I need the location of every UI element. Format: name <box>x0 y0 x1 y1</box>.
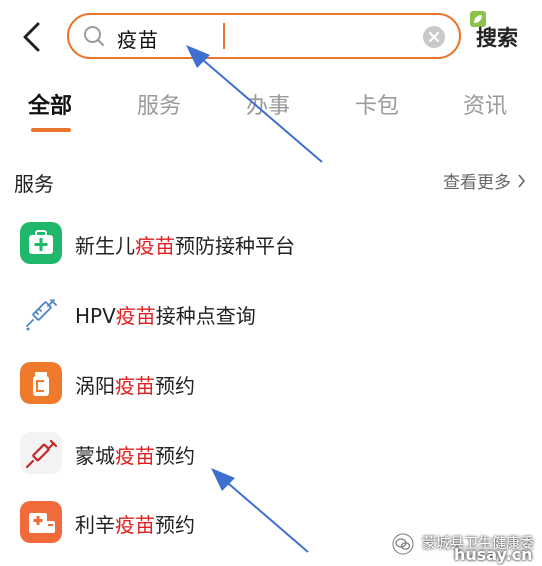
search-icon <box>84 26 104 46</box>
view-more-label: 查看更多 <box>443 173 511 193</box>
tab-services[interactable]: 服务 <box>137 88 181 120</box>
services-section-header: 服务 查看更多 <box>0 158 542 198</box>
result-label: 新生儿疫苗预防接种平台 <box>75 234 295 258</box>
search-query-text: 疫苗 <box>117 28 159 52</box>
result-item[interactable]: 新生儿疫苗预防接种平台 <box>0 213 542 273</box>
section-title: 服务 <box>14 172 54 196</box>
vaccine-vial-icon <box>20 362 62 404</box>
tab-news[interactable]: 资讯 <box>463 88 507 120</box>
active-tab-indicator <box>31 128 71 132</box>
result-item[interactable]: 蒙城疫苗预约 <box>0 423 542 483</box>
tab-cards[interactable]: 卡包 <box>355 88 399 120</box>
result-label: 利辛疫苗预约 <box>75 513 195 537</box>
result-label: HPV疫苗接种点查询 <box>75 304 256 328</box>
watermark: 蒙城县卫生健康委 husay.cn <box>392 525 542 565</box>
medical-kit-icon <box>20 222 62 264</box>
result-item[interactable]: 涡阳疫苗预约 <box>0 353 542 413</box>
filter-tabs: 全部 服务 办事 卡包 资讯 <box>0 78 542 138</box>
syringe-outline-icon <box>20 292 62 334</box>
back-button[interactable] <box>14 18 48 56</box>
chevron-right-icon <box>518 173 526 188</box>
result-item[interactable]: HPV疫苗接种点查询 <box>0 283 542 343</box>
tab-affairs[interactable]: 办事 <box>246 88 290 120</box>
text-cursor <box>223 23 225 49</box>
clear-button[interactable] <box>423 26 445 48</box>
search-input[interactable]: 疫苗 <box>67 13 461 59</box>
search-button[interactable]: 搜索 <box>476 22 518 52</box>
close-icon <box>429 32 439 42</box>
syringe-icon <box>20 432 62 474</box>
result-label: 涡阳疫苗预约 <box>75 374 195 398</box>
tab-all[interactable]: 全部 <box>28 88 72 120</box>
hospital-icon <box>20 501 62 543</box>
result-label: 蒙城疫苗预约 <box>75 444 195 468</box>
wechat-icon <box>392 533 414 555</box>
view-more-link[interactable]: 查看更多 <box>443 168 526 193</box>
watermark-site: husay.cn <box>454 545 533 564</box>
search-bar: 疫苗 搜索 <box>0 0 542 78</box>
chevron-left-icon <box>23 22 40 52</box>
